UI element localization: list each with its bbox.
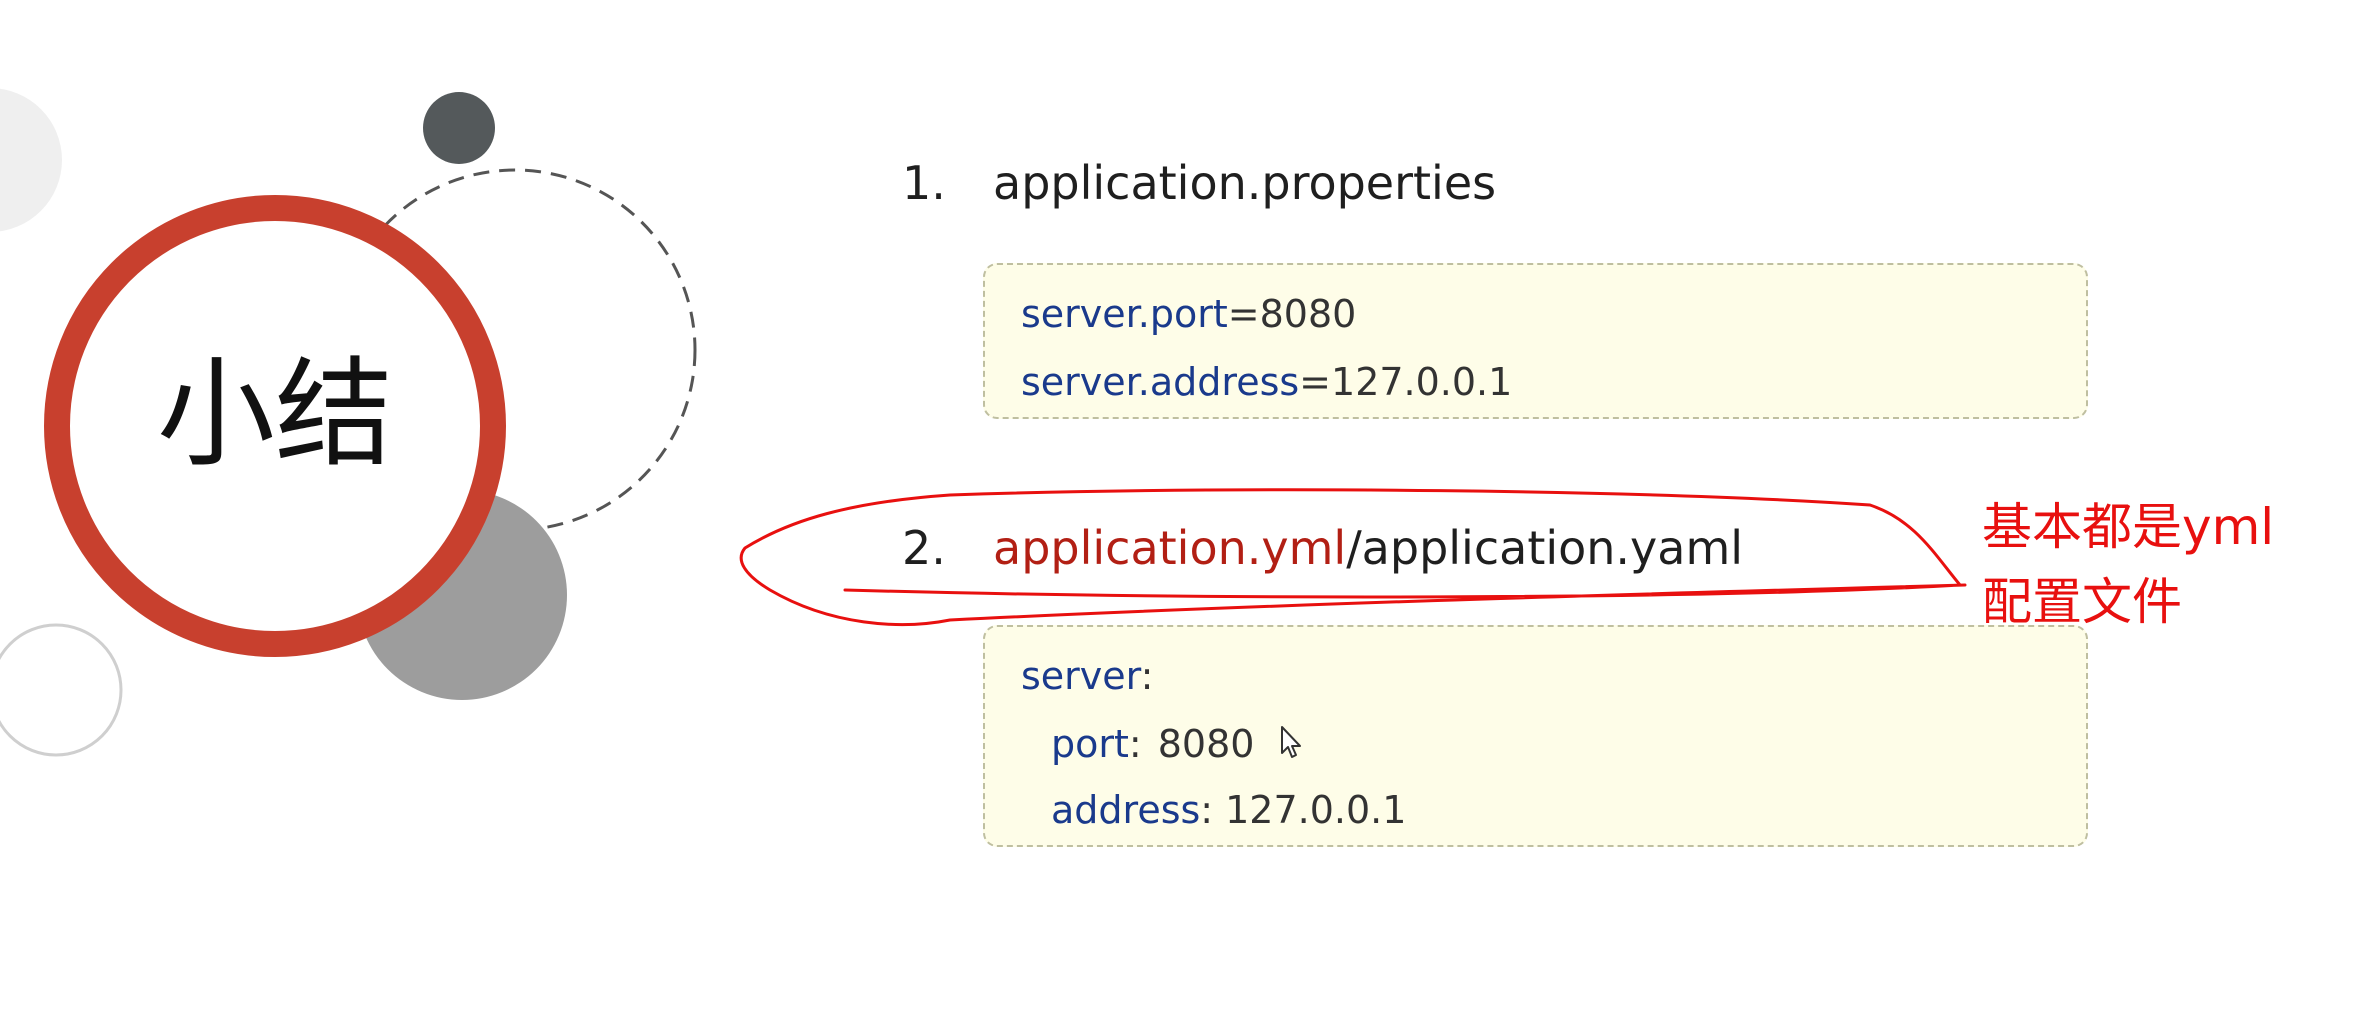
annotation-line-2: 配置文件 [1982, 573, 2182, 631]
annotation-line-1: 基本都是yml [1982, 498, 2275, 556]
